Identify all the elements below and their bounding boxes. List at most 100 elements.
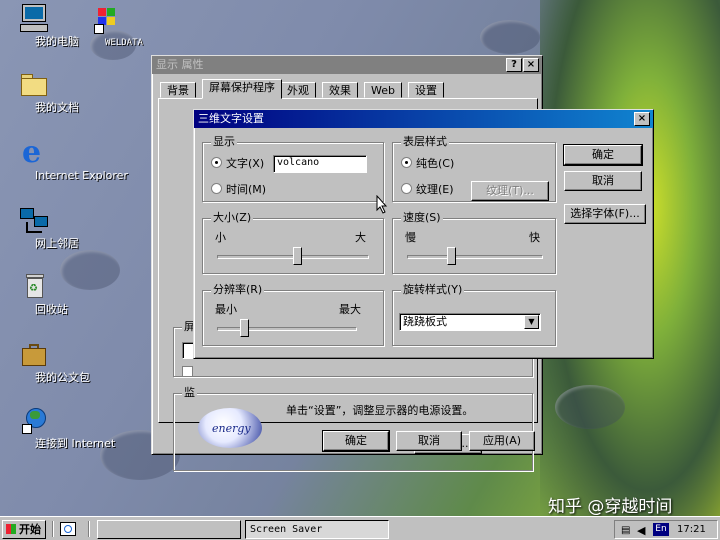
text-input[interactable]: volcano xyxy=(273,155,367,173)
desktop-icon-briefcase[interactable]: 我的公文包 xyxy=(0,338,90,383)
res-max-label: 最大 xyxy=(339,303,361,316)
radio-icon xyxy=(211,183,222,194)
rotation-style-group: 旋转样式(Y) 跷跷板式 ▼ xyxy=(392,283,556,346)
tab-settings[interactable]: 设置 xyxy=(408,82,444,98)
speed-slider-track xyxy=(407,255,543,259)
size-slider-thumb[interactable] xyxy=(292,247,302,265)
group-title: 表层样式 xyxy=(401,135,449,149)
window-title: 显示 属性 xyxy=(156,58,204,71)
dialog-title: 三维文字设置 xyxy=(198,112,264,125)
resolution-slider-track xyxy=(217,327,357,331)
system-tray: ▤ ◀ En 17:21 xyxy=(614,520,718,539)
radio-label: 纹理(E) xyxy=(416,183,454,196)
network-icon[interactable]: ▤ xyxy=(621,525,630,536)
desktop-icon-connect-internet[interactable]: ↗ 连接到 Internet xyxy=(0,404,115,449)
desktop-icon-weldata[interactable]: ↗ WELDATA xyxy=(70,4,143,48)
group-title: 速度(S) xyxy=(401,211,443,225)
computer-icon xyxy=(18,2,50,34)
password-checkbox[interactable] xyxy=(182,366,193,377)
solid-color-radio[interactable]: 纯色(C) xyxy=(401,157,454,171)
group-title: 分辨率(R) xyxy=(211,283,265,297)
windows-shortcut-icon: ↗ xyxy=(88,4,120,36)
apply-button[interactable]: 应用(A) xyxy=(469,431,535,451)
close-button[interactable]: × xyxy=(523,58,539,72)
speed-slider-thumb[interactable] xyxy=(446,247,456,265)
resolution-group: 分辨率(R) 最小 最大 xyxy=(202,283,384,346)
group-title: 旋转样式(Y) xyxy=(401,283,465,297)
desktop-icon-label: 网上邻居 xyxy=(35,237,79,250)
mouse-cursor-icon xyxy=(376,195,388,214)
speed-min-label: 慢 xyxy=(405,231,416,244)
windows-logo-icon xyxy=(6,524,16,534)
clock[interactable]: 17:21 xyxy=(677,523,706,536)
ok-button[interactable]: 确定 xyxy=(563,144,643,166)
taskbar: 开始 Screen Saver ▤ ◀ En 17:21 xyxy=(0,516,720,540)
start-button[interactable]: 开始 xyxy=(2,520,46,539)
briefcase-icon xyxy=(18,338,50,370)
tab-screensaver[interactable]: 屏幕保护程序 xyxy=(202,79,282,99)
internet-explorer-icon: e xyxy=(22,135,42,170)
watermark: 知乎 @穿越时间 xyxy=(548,497,673,516)
connect-to-internet-icon: ↗ xyxy=(18,404,50,436)
surface-style-group: 表层样式 纯色(C) 纹理(E) 纹理(T)... xyxy=(392,135,556,202)
texture-button[interactable]: 纹理(T)... xyxy=(471,181,549,201)
texture-radio[interactable]: 纹理(E) xyxy=(401,183,454,197)
volume-icon[interactable]: ◀ xyxy=(637,524,645,537)
3d-text-settings-dialog: 三维文字设置 × 显示 文字(X) volcano 时间(M) 表层样式 纯色(… xyxy=(193,109,654,359)
start-label: 开始 xyxy=(19,523,41,536)
dialog-titlebar[interactable]: 三维文字设置 × xyxy=(194,110,653,128)
resolution-slider-thumb[interactable] xyxy=(240,319,249,337)
group-title: 大小(Z) xyxy=(211,211,254,225)
choose-font-button[interactable]: 选择字体(F)... xyxy=(564,204,646,224)
task-display-properties[interactable] xyxy=(97,520,241,539)
divider xyxy=(52,521,54,537)
radio-label: 纯色(C) xyxy=(416,157,455,170)
size-group: 大小(Z) 小 大 xyxy=(202,211,384,274)
display-properties-titlebar[interactable]: 显示 属性 ? × xyxy=(152,56,542,74)
radio-selected-icon xyxy=(401,157,412,168)
desktop-icon-label: 回收站 xyxy=(35,303,68,316)
radio-selected-icon xyxy=(211,157,222,168)
chevron-down-icon[interactable]: ▼ xyxy=(524,315,539,329)
ok-button[interactable]: 确定 xyxy=(322,430,390,452)
close-button[interactable]: × xyxy=(634,112,650,126)
divider xyxy=(88,521,90,537)
desktop-icon-my-documents[interactable]: 我的文档 xyxy=(0,68,79,113)
size-max-label: 大 xyxy=(355,231,366,244)
desktop-icon-internet-explorer[interactable]: e Internet Explorer xyxy=(0,135,128,182)
monitor-power-text: 单击“设置”，调整显示器的电源设置。 xyxy=(286,404,474,417)
rotation-style-select[interactable]: 跷跷板式 ▼ xyxy=(399,313,541,331)
radio-label: 时间(M) xyxy=(226,183,267,196)
wallpaper-crater xyxy=(480,20,540,54)
desktop-icon-label: WELDATA xyxy=(105,38,143,48)
speed-max-label: 快 xyxy=(529,231,540,244)
energy-star-icon: energy xyxy=(198,408,262,448)
radio-label: 文字(X) xyxy=(226,157,265,170)
speed-group: 速度(S) 慢 快 xyxy=(392,211,556,274)
wallpaper-crater xyxy=(555,385,625,429)
res-min-label: 最小 xyxy=(215,303,237,316)
folder-icon xyxy=(18,68,50,100)
desktop-icon-label: 连接到 Internet xyxy=(35,437,116,450)
time-radio[interactable]: 时间(M) xyxy=(211,183,266,197)
desktop-icon-network[interactable]: 网上邻居 xyxy=(0,204,79,249)
tab-appearance[interactable]: 外观 xyxy=(280,82,316,98)
help-button[interactable]: ? xyxy=(506,58,522,72)
cancel-button[interactable]: 取消 xyxy=(396,431,462,451)
group-title: 显示 xyxy=(211,135,237,149)
tab-web[interactable]: Web xyxy=(364,82,402,98)
text-radio[interactable]: 文字(X) xyxy=(211,157,264,171)
desktop-icon-label: 我的文档 xyxy=(35,101,79,114)
desktop-icon-my-computer[interactable]: 我的电脑 xyxy=(0,2,79,47)
language-indicator[interactable]: En xyxy=(653,523,669,536)
network-neighborhood-icon xyxy=(18,204,50,236)
desktop-icon-recycle-bin[interactable]: ♻ 回收站 xyxy=(0,270,68,315)
tab-effects[interactable]: 效果 xyxy=(322,82,358,98)
tab-background[interactable]: 背景 xyxy=(160,82,196,98)
size-min-label: 小 xyxy=(215,231,226,244)
cancel-button[interactable]: 取消 xyxy=(564,171,642,191)
task-screen-saver[interactable]: Screen Saver xyxy=(245,520,389,539)
group-title: 监 xyxy=(182,386,197,400)
quick-launch-icon[interactable] xyxy=(60,522,76,536)
radio-icon xyxy=(401,183,412,194)
